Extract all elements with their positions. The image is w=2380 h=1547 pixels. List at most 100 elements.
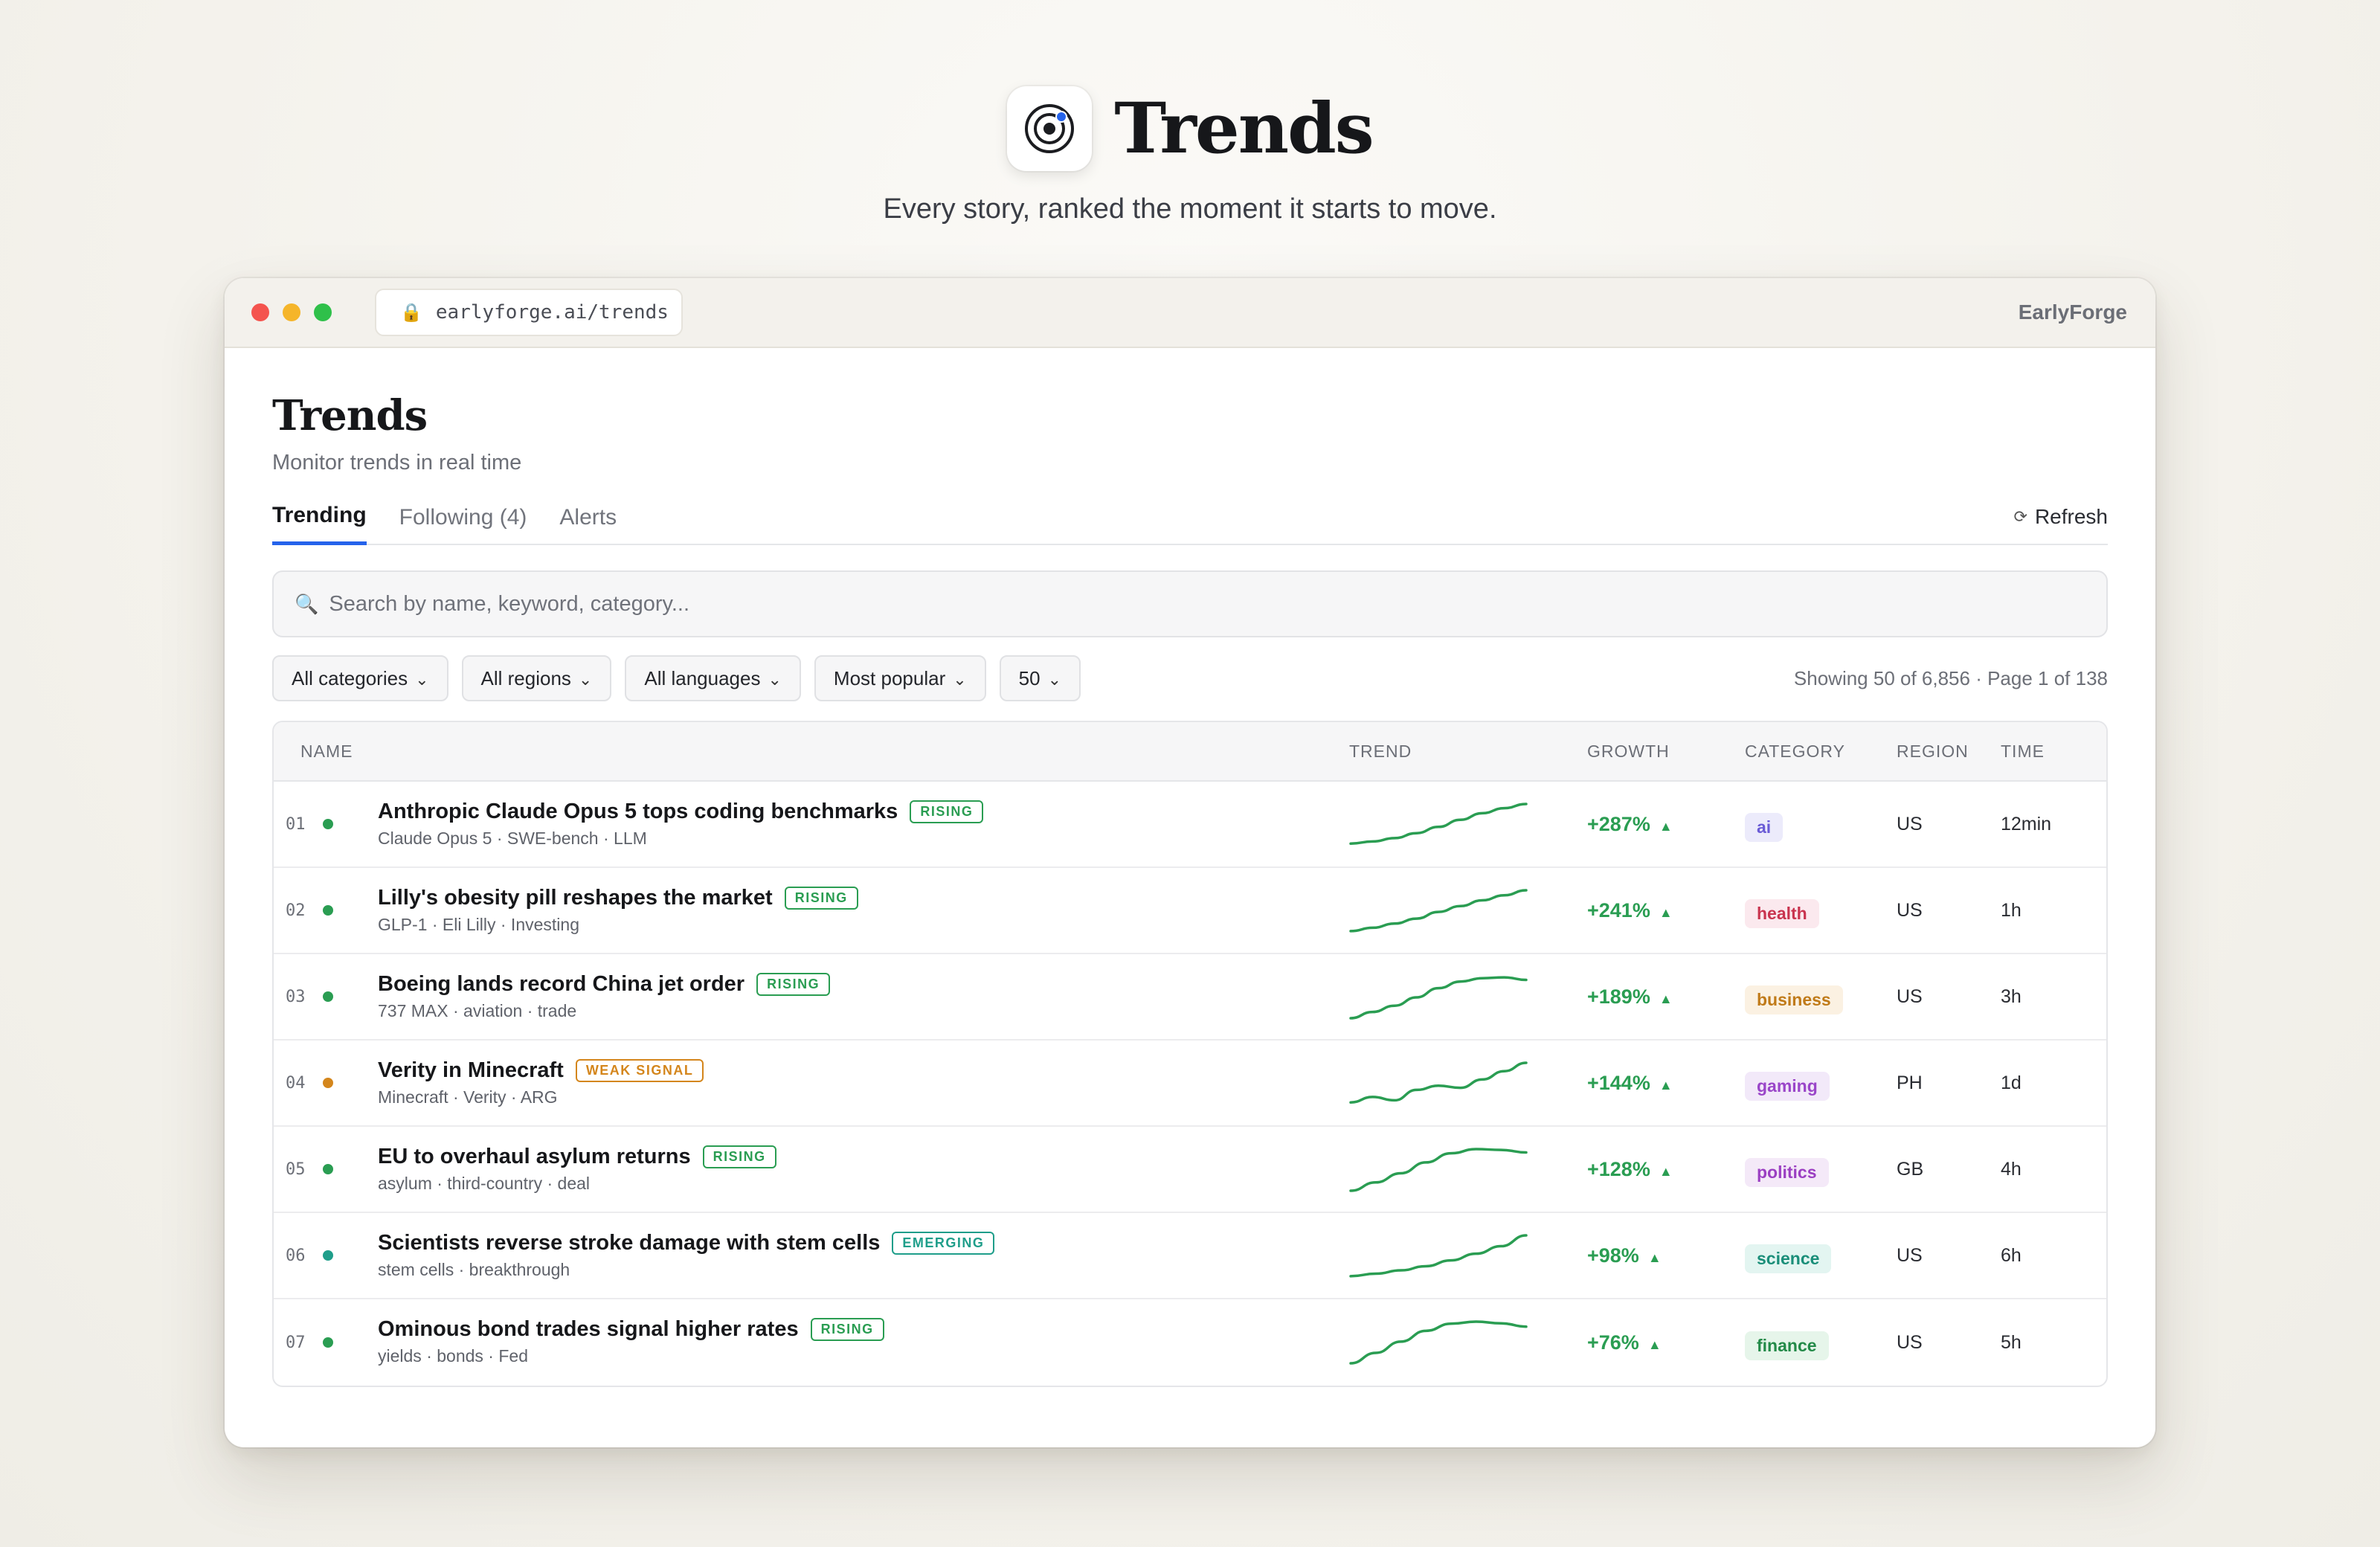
maximize-window-button[interactable] <box>314 303 332 321</box>
region-value: US <box>1897 1331 1923 1353</box>
row-rank: 07 <box>286 1333 306 1352</box>
region-filter[interactable]: All regions ⌄ <box>461 655 612 701</box>
story-title[interactable]: Lilly's obesity pill reshapes the market <box>378 886 773 910</box>
growth-value: +76% ▲ <box>1587 1331 1662 1354</box>
header-region[interactable]: REGION <box>1897 742 1969 762</box>
table-row[interactable]: 04 Verity in Minecraft WEAK SIGNAL Minec… <box>274 1041 2106 1127</box>
trend-sparkline <box>1349 976 1528 1020</box>
story-name: Anthropic Claude Opus 5 tops coding benc… <box>378 800 984 849</box>
story-title[interactable]: Boeing lands record China jet order <box>378 972 744 997</box>
tab-bar: Trending Following (4) Alerts ⟳ Refresh <box>272 502 2108 545</box>
arrow-up-icon: ▲ <box>1659 1163 1673 1179</box>
minimize-window-button[interactable] <box>283 303 300 321</box>
category-filter-label: All categories <box>292 666 408 689</box>
growth-text: +76% <box>1587 1331 1639 1354</box>
address-bar[interactable]: 🔒 earlyforge.ai/trends <box>375 289 683 336</box>
signal-badge: WEAK SIGNAL <box>575 1059 704 1082</box>
search-icon: 🔍 <box>295 592 319 615</box>
search-input[interactable] <box>329 591 2085 617</box>
signal-badge: RISING <box>910 800 984 823</box>
language-filter-label: All languages <box>644 666 761 689</box>
refresh-button[interactable]: ⟳ Refresh <box>2014 505 2108 529</box>
sparkline-path <box>1349 1061 1528 1104</box>
sparkline-path <box>1349 889 1528 933</box>
signal-badge: RISING <box>784 887 858 910</box>
header-time[interactable]: TIME <box>2001 742 2045 762</box>
trend-sparkline <box>1349 1061 1528 1104</box>
table-row[interactable]: 07 Ominous bond trades signal higher rat… <box>274 1299 2106 1386</box>
category-badge[interactable]: politics <box>1745 1157 1829 1187</box>
row-rank: 02 <box>286 901 306 920</box>
header-growth[interactable]: GROWTH <box>1587 742 1670 762</box>
story-title[interactable]: Ominous bond trades signal higher rates <box>378 1317 799 1342</box>
story-title[interactable]: Scientists reverse stroke damage with st… <box>378 1231 880 1255</box>
story-title[interactable]: Anthropic Claude Opus 5 tops coding benc… <box>378 800 898 824</box>
time-value: 5h <box>2001 1331 2022 1353</box>
category-badge[interactable]: gaming <box>1745 1071 1830 1101</box>
time-value: 6h <box>2001 1244 2022 1266</box>
category-filter[interactable]: All categories ⌄ <box>272 655 448 701</box>
sparkline-path <box>1349 1148 1528 1192</box>
story-title[interactable]: EU to overhaul asylum returns <box>378 1145 691 1169</box>
sort-filter[interactable]: Most popular ⌄ <box>814 655 986 701</box>
sparkline-path <box>1349 803 1528 845</box>
refresh-label: Refresh <box>2034 505 2108 528</box>
row-rank: 04 <box>286 1073 306 1093</box>
growth-value: +128% ▲ <box>1587 1158 1673 1181</box>
story-name: Lilly's obesity pill reshapes the market… <box>378 886 858 935</box>
region-value: US <box>1897 1244 1923 1266</box>
language-filter[interactable]: All languages ⌄ <box>625 655 801 701</box>
header-category[interactable]: CATEGORY <box>1745 742 1845 762</box>
trend-sparkline <box>1349 1320 1528 1365</box>
story-name: Boeing lands record China jet order RISI… <box>378 972 831 1021</box>
time-value: 1h <box>2001 899 2022 921</box>
growth-value: +189% ▲ <box>1587 985 1673 1009</box>
story-tags: 737 MAX · aviation · trade <box>378 1001 577 1020</box>
brand-label: EarlyForge <box>2018 300 2127 324</box>
hero-title: Trends <box>1114 88 1374 170</box>
table-row[interactable]: 02 Lilly's obesity pill reshapes the mar… <box>274 868 2106 954</box>
page-subtitle: Monitor trends in real time <box>272 451 522 475</box>
arrow-up-icon: ▲ <box>1659 904 1673 920</box>
story-tags: yields · bonds · Fed <box>378 1346 528 1366</box>
page-size-filter[interactable]: 50 ⌄ <box>999 655 1081 701</box>
story-tags: GLP-1 · Eli Lilly · Investing <box>378 915 579 934</box>
category-badge[interactable]: health <box>1745 898 1819 928</box>
header-trend[interactable]: TREND <box>1349 742 1412 762</box>
trend-sparkline <box>1349 889 1528 933</box>
trend-sparkline <box>1349 1148 1528 1192</box>
trend-sparkline <box>1349 803 1528 845</box>
table-row[interactable]: 05 EU to overhaul asylum returns RISING … <box>274 1127 2106 1213</box>
tab-following[interactable]: Following (4) <box>399 505 527 544</box>
tab-trending[interactable]: Trending <box>272 503 367 545</box>
chevron-down-icon: ⌄ <box>578 670 593 689</box>
arrow-up-icon: ▲ <box>1647 1250 1662 1265</box>
page-size-filter-label: 50 <box>1018 666 1041 689</box>
table-row[interactable]: 01 Anthropic Claude Opus 5 tops coding b… <box>274 782 2106 868</box>
story-title[interactable]: Verity in Minecraft <box>378 1058 564 1083</box>
category-badge[interactable]: science <box>1745 1244 1832 1273</box>
growth-text: +98% <box>1587 1244 1639 1267</box>
lock-icon: 🔒 <box>400 302 422 323</box>
refresh-icon: ⟳ <box>2013 507 2027 526</box>
results-summary: Showing 50 of 6,856 · Page 1 of 138 <box>1793 666 2108 689</box>
table-row[interactable]: 03 Boeing lands record China jet order R… <box>274 954 2106 1041</box>
arrow-up-icon: ▲ <box>1659 991 1673 1006</box>
story-tags: asylum · third-country · deal <box>378 1174 591 1193</box>
signal-badge: RISING <box>702 1145 776 1168</box>
trends-table: NAME TREND GROWTH CATEGORY REGION TIME 0… <box>272 721 2108 1387</box>
table-row[interactable]: 06 Scientists reverse stroke damage with… <box>274 1213 2106 1299</box>
tab-alerts[interactable]: Alerts <box>559 505 617 544</box>
url-text: earlyforge.ai/trends <box>435 301 669 324</box>
growth-text: +128% <box>1587 1157 1650 1180</box>
search-bar[interactable]: 🔍 <box>272 570 2108 637</box>
header-name[interactable]: NAME <box>300 742 353 762</box>
table-header: NAME TREND GROWTH CATEGORY REGION TIME <box>274 722 2106 782</box>
close-window-button[interactable] <box>251 303 269 321</box>
category-badge[interactable]: business <box>1745 985 1843 1014</box>
category-badge[interactable]: finance <box>1745 1331 1829 1360</box>
chevron-down-icon: ⌄ <box>953 670 967 689</box>
arrow-up-icon: ▲ <box>1659 1077 1673 1093</box>
category-badge[interactable]: ai <box>1745 812 1784 842</box>
story-name: Verity in Minecraft WEAK SIGNAL Minecraf… <box>378 1058 704 1107</box>
